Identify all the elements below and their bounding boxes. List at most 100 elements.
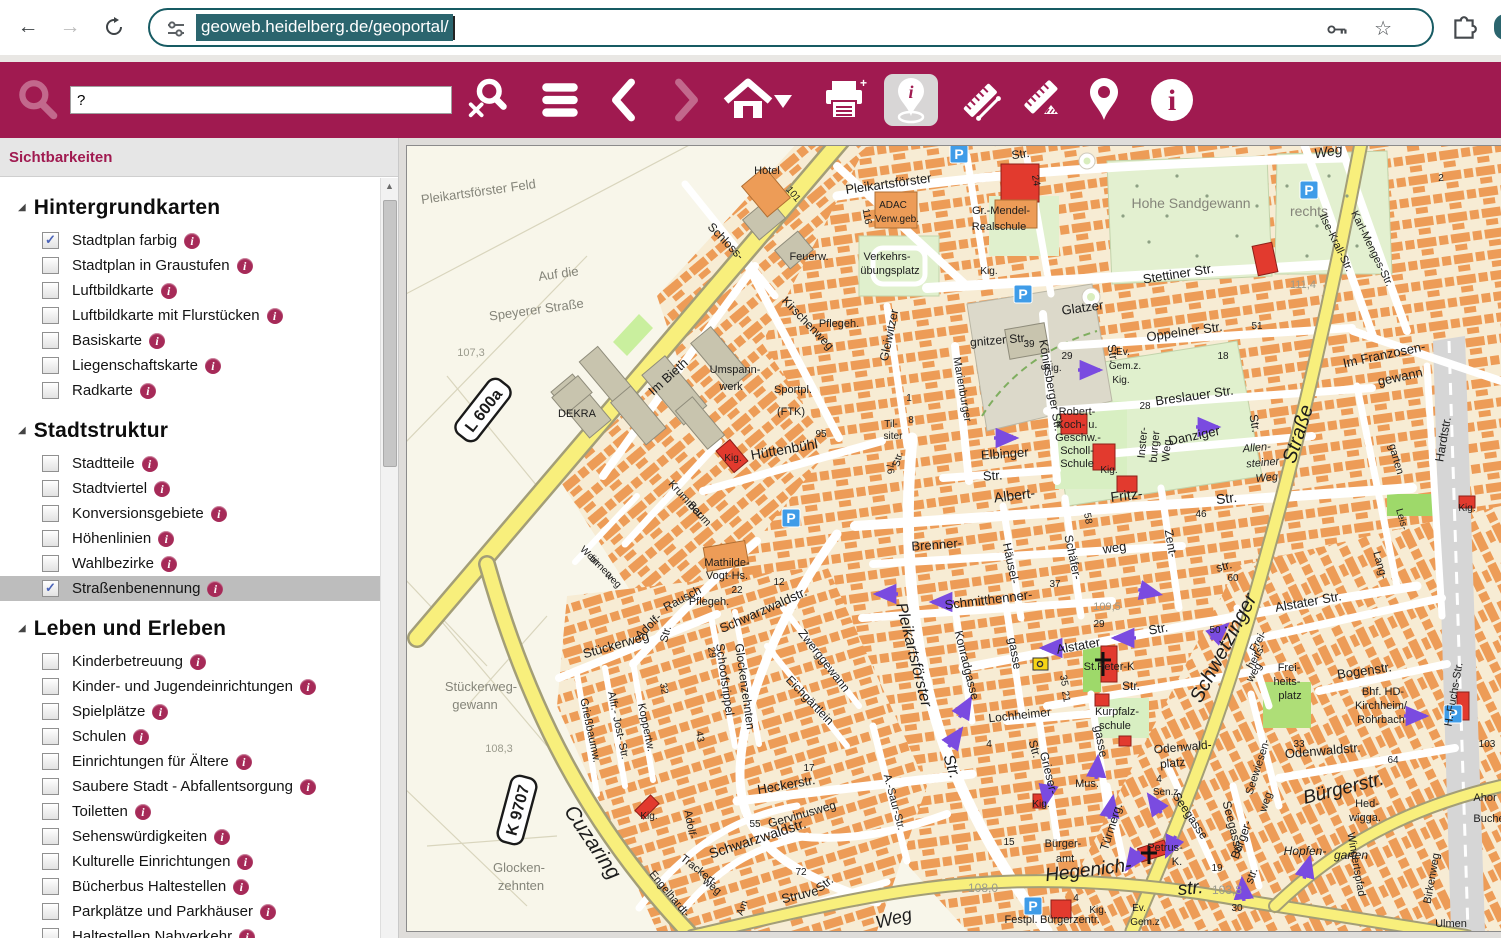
location-pin-icon[interactable] — [1080, 76, 1128, 124]
layer-info-icon[interactable]: i — [236, 754, 252, 770]
section-header[interactable]: ◢ Leben und Erleben — [0, 607, 381, 649]
layer-info-icon[interactable]: i — [211, 506, 227, 522]
layer-info-icon[interactable]: i — [300, 679, 316, 695]
section-collapse-icon[interactable]: ◢ — [18, 425, 26, 436]
layer-checkbox[interactable] — [42, 703, 59, 720]
history-back-icon[interactable] — [600, 76, 648, 124]
layer-row[interactable]: Stadtteile i — [0, 451, 381, 476]
layer-checkbox[interactable] — [42, 678, 59, 695]
layer-checkbox[interactable] — [42, 282, 59, 299]
layer-checkbox[interactable] — [42, 505, 59, 522]
scrollbar-up-arrow[interactable]: ▲ — [381, 178, 398, 195]
layer-row[interactable]: Kinder- und Jugendeinrichtungen i — [0, 674, 381, 699]
layer-checkbox[interactable] — [42, 903, 59, 920]
layer-checkbox[interactable] — [42, 480, 59, 497]
extensions-puzzle-icon[interactable] — [1450, 14, 1478, 42]
layer-row[interactable]: Luftbildkarte i — [0, 278, 381, 303]
url-bar[interactable]: geoweb.heidelberg.de/geoportal/ ☆ — [148, 8, 1434, 47]
layer-checkbox[interactable] — [42, 828, 59, 845]
info-circle-icon[interactable]: i — [1148, 76, 1196, 124]
layer-row[interactable]: Bücherbus Haltestellen i — [0, 874, 381, 899]
layer-info-icon[interactable]: i — [214, 829, 230, 845]
layer-row[interactable]: Stadtplan in Graustufen i — [0, 253, 381, 278]
measure-distance-ruler-icon[interactable] — [956, 76, 1004, 124]
section-collapse-icon[interactable]: ◢ — [18, 623, 26, 634]
layer-info-icon[interactable]: i — [152, 704, 168, 720]
layer-row[interactable]: Konversionsgebiete i — [0, 501, 381, 526]
layer-row[interactable]: Radkarte i — [0, 378, 381, 403]
section-header[interactable]: ◢ Hintergrundkarten — [0, 186, 381, 228]
bookmark-star-icon[interactable]: ☆ — [1374, 16, 1392, 41]
layer-row[interactable]: Basiskarte i — [0, 328, 381, 353]
key-icon[interactable] — [1326, 20, 1348, 39]
layer-checkbox[interactable] — [42, 257, 59, 274]
section-collapse-icon[interactable]: ◢ — [18, 202, 26, 213]
layer-info-icon[interactable]: i — [190, 654, 206, 670]
layer-info-icon[interactable]: i — [161, 556, 177, 572]
home-dropdown-caret[interactable] — [774, 95, 792, 108]
layer-row[interactable]: Wahlbezirke i — [0, 551, 381, 576]
layer-checkbox[interactable] — [42, 928, 59, 938]
layer-checkbox[interactable] — [42, 753, 59, 770]
layer-info-icon[interactable]: i — [267, 308, 283, 324]
search-input[interactable] — [70, 86, 452, 114]
layer-row[interactable]: Parkplätze und Parkhäuser i — [0, 899, 381, 924]
map-canvas[interactable]: PPPPPPL 600aK 9707 Pleikartsförster Feld… — [406, 145, 1501, 932]
layer-info-icon[interactable]: i — [260, 904, 276, 920]
layer-row[interactable]: Stadtviertel i — [0, 476, 381, 501]
layer-checkbox[interactable]: ✓ — [42, 580, 59, 597]
layer-info-icon[interactable]: i — [233, 879, 249, 895]
layer-checkbox[interactable] — [42, 307, 59, 324]
site-settings-icon[interactable] — [166, 19, 186, 39]
layer-info-icon[interactable]: i — [149, 333, 165, 349]
search-clear-icon[interactable] — [462, 76, 510, 124]
layer-row[interactable]: ✓ Straßenbenennung i — [0, 576, 381, 601]
layer-info-icon[interactable]: i — [135, 804, 151, 820]
section-header[interactable]: ◢ Stadtstruktur — [0, 409, 381, 451]
layer-checkbox[interactable] — [42, 853, 59, 870]
layer-info-icon[interactable]: i — [133, 729, 149, 745]
browser-back-button[interactable]: ← — [14, 13, 42, 41]
layer-checkbox[interactable] — [42, 653, 59, 670]
layer-checkbox[interactable] — [42, 778, 59, 795]
layer-checkbox[interactable] — [42, 555, 59, 572]
layer-checkbox[interactable] — [42, 878, 59, 895]
layer-info-icon[interactable]: i — [158, 531, 174, 547]
browser-reload-button[interactable] — [100, 13, 128, 41]
layer-info-icon[interactable]: i — [161, 283, 177, 299]
layer-info-icon[interactable]: i — [184, 233, 200, 249]
layer-info-icon[interactable]: i — [207, 581, 223, 597]
sidebar-scrollbar[interactable]: ▲ — [380, 178, 398, 938]
layer-checkbox[interactable] — [42, 382, 59, 399]
layer-row[interactable]: ✓ Stadtplan farbig i — [0, 228, 381, 253]
layer-info-icon[interactable]: i — [237, 258, 253, 274]
layer-info-icon[interactable]: i — [142, 456, 158, 472]
info-pin-button[interactable]: i — [884, 74, 938, 126]
layer-info-icon[interactable]: i — [239, 929, 255, 938]
layer-row[interactable]: Kinderbetreuung i — [0, 649, 381, 674]
layer-checkbox[interactable] — [42, 455, 59, 472]
layer-row[interactable]: Haltestellen Nahverkehr i — [0, 924, 381, 938]
layer-info-icon[interactable]: i — [140, 383, 156, 399]
layer-info-icon[interactable]: i — [154, 481, 170, 497]
layer-row[interactable]: Toiletten i — [0, 799, 381, 824]
layer-row[interactable]: Einrichtungen für Ältere i — [0, 749, 381, 774]
layer-row[interactable]: Saubere Stadt - Abfallentsorgung i — [0, 774, 381, 799]
layer-info-icon[interactable]: i — [205, 358, 221, 374]
layer-row[interactable]: Höhenlinien i — [0, 526, 381, 551]
layer-row[interactable]: Schulen i — [0, 724, 381, 749]
layer-row[interactable]: Spielplätze i — [0, 699, 381, 724]
url-text[interactable]: geoweb.heidelberg.de/geoportal/ — [196, 14, 453, 41]
measure-area-ruler-icon[interactable] — [1018, 76, 1066, 124]
layer-row[interactable]: Sehenswürdigkeiten i — [0, 824, 381, 849]
profile-avatar[interactable] — [1494, 14, 1501, 40]
scrollbar-thumb[interactable] — [383, 200, 397, 467]
print-icon[interactable]: + — [820, 76, 868, 124]
home-icon[interactable] — [722, 76, 794, 124]
layer-checkbox[interactable] — [42, 332, 59, 349]
layer-checkbox[interactable] — [42, 728, 59, 745]
layer-row[interactable]: Luftbildkarte mit Flurstücken i — [0, 303, 381, 328]
history-forward-icon[interactable] — [662, 76, 710, 124]
layer-checkbox[interactable] — [42, 803, 59, 820]
layer-checkbox[interactable]: ✓ — [42, 232, 59, 249]
